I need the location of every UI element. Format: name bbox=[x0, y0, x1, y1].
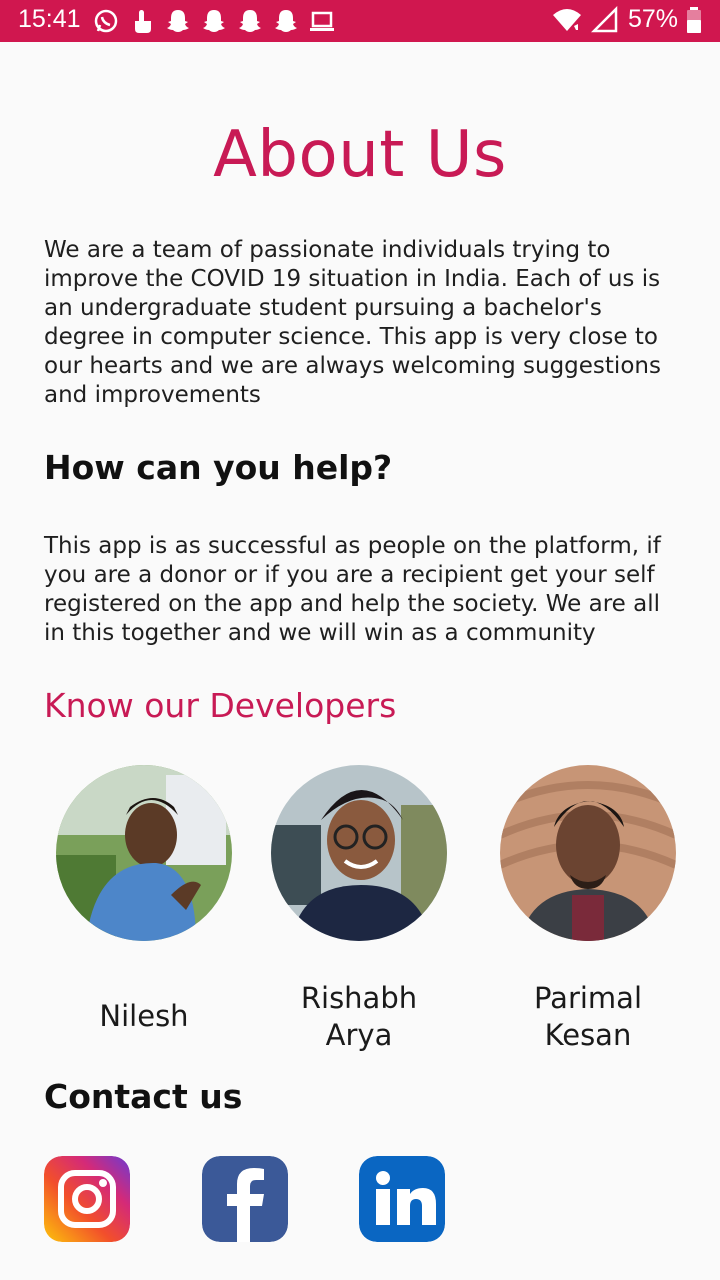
battery-icon bbox=[687, 6, 701, 33]
instagram-button[interactable] bbox=[44, 1156, 130, 1242]
avatar bbox=[500, 765, 676, 941]
developer-card[interactable]: Parimal Kesan bbox=[500, 765, 676, 1052]
developer-card[interactable]: Rishabh Arya bbox=[271, 765, 447, 1052]
wifi-icon bbox=[552, 8, 581, 31]
help-heading: How can you help? bbox=[44, 448, 393, 487]
status-time: 15:41 bbox=[18, 5, 81, 33]
contact-heading: Contact us bbox=[44, 1077, 243, 1116]
signal-icon bbox=[590, 5, 618, 32]
developer-name: Rishabh Arya bbox=[241, 980, 477, 1054]
developer-last-name: Kesan bbox=[544, 1018, 632, 1052]
facebook-button[interactable] bbox=[202, 1156, 288, 1242]
developer-name: Nilesh bbox=[26, 998, 262, 1035]
developer-name: Parimal Kesan bbox=[470, 980, 706, 1054]
linkedin-icon bbox=[359, 1156, 445, 1242]
snapchat-icon bbox=[167, 10, 189, 32]
avatar bbox=[56, 765, 232, 941]
page-title: About Us bbox=[213, 118, 507, 192]
developer-first-name: Nilesh bbox=[99, 999, 189, 1033]
avatar bbox=[271, 765, 447, 941]
notification-icons bbox=[92, 7, 336, 35]
snapchat-icon bbox=[203, 10, 225, 32]
developer-first-name: Parimal bbox=[533, 981, 642, 1015]
whatsapp-icon bbox=[94, 9, 118, 33]
help-text: This app is as successful as people on t… bbox=[44, 533, 661, 646]
developer-last-name: Arya bbox=[325, 1018, 393, 1052]
intro-text: We are a team of passionate individuals … bbox=[44, 237, 661, 408]
system-icons: 57% bbox=[552, 5, 702, 34]
touch-icon bbox=[135, 10, 151, 33]
developer-first-name: Rishabh bbox=[300, 981, 418, 1015]
status-bar: 15:41 57% bbox=[0, 0, 720, 42]
developers-heading: Know our Developers bbox=[44, 686, 397, 725]
linkedin-button[interactable] bbox=[359, 1156, 445, 1242]
snapchat-icon bbox=[275, 10, 297, 32]
laptop-icon bbox=[310, 11, 334, 31]
instagram-icon bbox=[44, 1156, 130, 1242]
facebook-icon bbox=[202, 1156, 288, 1242]
snapchat-icon bbox=[239, 10, 261, 32]
developer-card[interactable]: Nilesh bbox=[56, 765, 232, 1033]
battery-percent: 57% bbox=[627, 5, 678, 33]
